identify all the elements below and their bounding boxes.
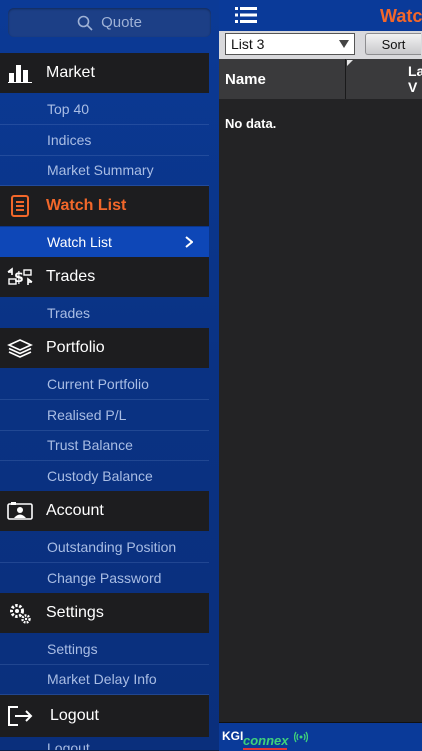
search-placeholder: Quote <box>101 14 142 31</box>
money-transfer-icon: $ <box>6 265 34 289</box>
footer-bar: KGI connex <box>219 722 422 751</box>
section-watch-list[interactable]: Watch List <box>0 186 209 226</box>
section-logout[interactable]: Logout <box>0 695 209 737</box>
column-divider <box>345 59 346 99</box>
section-account-label: Account <box>46 502 104 519</box>
section-portfolio-label: Portfolio <box>46 339 105 356</box>
section-trades-label: Trades <box>46 268 96 285</box>
section-market[interactable]: Market <box>0 53 209 93</box>
section-settings-label: Settings <box>46 604 104 621</box>
column-header-name[interactable]: Name <box>225 71 266 88</box>
id-card-icon <box>6 499 34 523</box>
chevron-right-icon <box>185 236 193 248</box>
quote-search-input[interactable]: Quote <box>8 8 211 37</box>
watch-list-select[interactable]: List 3 <box>225 33 355 55</box>
menu-item-logout[interactable]: Logout <box>47 740 90 750</box>
dropdown-arrow-icon <box>339 40 349 48</box>
watch-list-select-value: List 3 <box>231 36 265 52</box>
main-panel: Watc List 3 Sort Name La V No data. KGI … <box>219 0 422 751</box>
menu-item-top-40[interactable]: Top 40 <box>0 94 209 125</box>
section-settings[interactable]: Settings <box>0 593 209 633</box>
search-icon <box>77 15 93 31</box>
section-logout-label: Logout <box>50 707 99 724</box>
menu-item-current-portfolio[interactable]: Current Portfolio <box>0 369 209 400</box>
column-header-last[interactable]: La V <box>408 63 422 95</box>
table-header: Name La V <box>219 59 422 99</box>
menu-item-outstanding-position[interactable]: Outstanding Position <box>0 532 209 563</box>
section-account[interactable]: Account <box>0 491 209 531</box>
top-bar: Watc <box>219 0 422 31</box>
empty-message: No data. <box>225 116 277 131</box>
section-portfolio[interactable]: Portfolio <box>0 328 209 368</box>
menu-item-trust-balance[interactable]: Trust Balance <box>0 430 209 461</box>
gears-icon <box>6 601 34 625</box>
menu-item-realised-pl[interactable]: Realised P/L <box>0 400 209 431</box>
logout-icon <box>6 704 34 728</box>
layers-icon <box>6 336 34 360</box>
sort-corner-icon <box>347 60 353 66</box>
connection-signal-icon <box>294 731 308 743</box>
menu-item-change-password[interactable]: Change Password <box>0 563 209 594</box>
list-controls: List 3 Sort <box>219 31 422 59</box>
section-watch-list-label: Watch List <box>46 197 127 214</box>
menu-list-icon[interactable] <box>235 6 257 24</box>
brand-kgi: KGI <box>222 729 244 743</box>
section-trades[interactable]: $ Trades <box>0 257 209 297</box>
menu-item-market-delay-info[interactable]: Market Delay Info <box>0 664 209 695</box>
menu-item-trades[interactable]: Trades <box>0 298 209 329</box>
menu-item-custody-balance[interactable]: Custody Balance <box>0 461 209 492</box>
sidebar: Quote Market Top 40 Indices Market Summa… <box>0 0 219 750</box>
page-title: Watc <box>380 6 422 26</box>
document-list-icon <box>6 194 34 218</box>
menu-item-watch-list[interactable]: Watch List <box>0 227 209 257</box>
menu-item-settings[interactable]: Settings <box>0 634 209 665</box>
brand-connex: connex <box>243 733 289 748</box>
bar-chart-icon <box>6 61 34 85</box>
sort-button[interactable]: Sort <box>365 33 421 55</box>
menu-item-indices[interactable]: Indices <box>0 125 209 156</box>
section-market-label: Market <box>46 64 95 81</box>
menu-item-market-summary[interactable]: Market Summary <box>0 155 209 186</box>
